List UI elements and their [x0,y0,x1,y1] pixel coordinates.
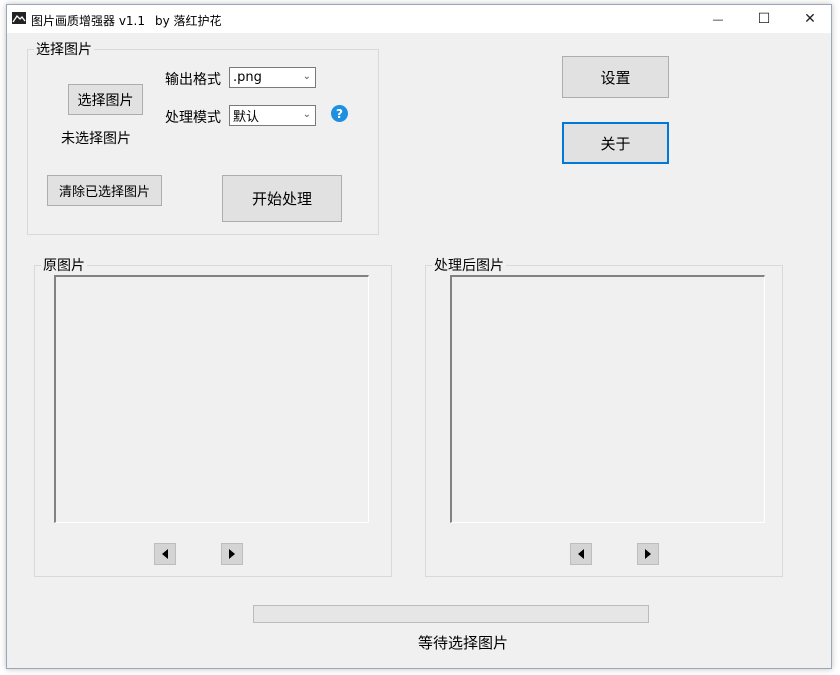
original-image-box [54,275,369,523]
processed-image-box [450,275,765,523]
close-button[interactable]: ✕ [787,5,833,33]
maximize-button[interactable]: ☐ [741,5,787,33]
select-image-group-title: 选择图片 [36,42,92,58]
settings-button[interactable]: 设置 [562,56,669,98]
original-next-button[interactable] [221,543,243,565]
maximize-icon: ☐ [757,11,771,27]
chevron-down-icon: ⌄ [302,71,311,82]
processing-mode-select[interactable]: 默认 ⌄ [229,105,316,126]
window-author: by 落红护花 [155,14,222,28]
triangle-right-icon [645,549,651,559]
status-text: 等待选择图片 [418,634,509,652]
processed-next-button[interactable] [637,543,659,565]
close-icon: ✕ [804,11,816,27]
chevron-down-icon: ⌄ [302,109,311,120]
clear-selection-button[interactable]: 清除已选择图片 [47,175,162,206]
title-bar[interactable]: 图片画质增强器 v1.1 by 落红护花 — ☐ ✕ [7,5,831,33]
processing-mode-label: 处理模式 [165,110,221,126]
processing-mode-value: 默认 [233,110,260,125]
window-title: 图片画质增强器 v1.1 [31,14,146,28]
app-window: 图片画质增强器 v1.1 by 落红护花 — ☐ ✕ 选择图片 选择图片 未选择… [6,4,832,669]
processed-prev-button[interactable] [570,543,592,565]
output-format-value: .png [233,70,262,85]
processed-image-group-title: 处理后图片 [434,258,504,274]
minimize-icon: — [712,12,724,26]
triangle-left-icon [162,549,168,559]
help-glyph: ? [336,106,343,121]
original-image-group-title: 原图片 [43,258,85,274]
image-app-icon [12,12,26,24]
select-image-button[interactable]: 选择图片 [68,84,143,115]
about-button[interactable]: 关于 [562,122,669,164]
progress-bar [253,605,649,623]
output-format-label: 输出格式 [165,72,221,88]
start-processing-button[interactable]: 开始处理 [222,175,342,222]
original-prev-button[interactable] [154,543,176,565]
output-format-select[interactable]: .png ⌄ [229,67,316,88]
minimize-button[interactable]: — [695,5,741,33]
help-icon[interactable]: ? [331,105,348,122]
selection-status: 未选择图片 [61,131,131,147]
triangle-left-icon [578,549,584,559]
triangle-right-icon [229,549,235,559]
